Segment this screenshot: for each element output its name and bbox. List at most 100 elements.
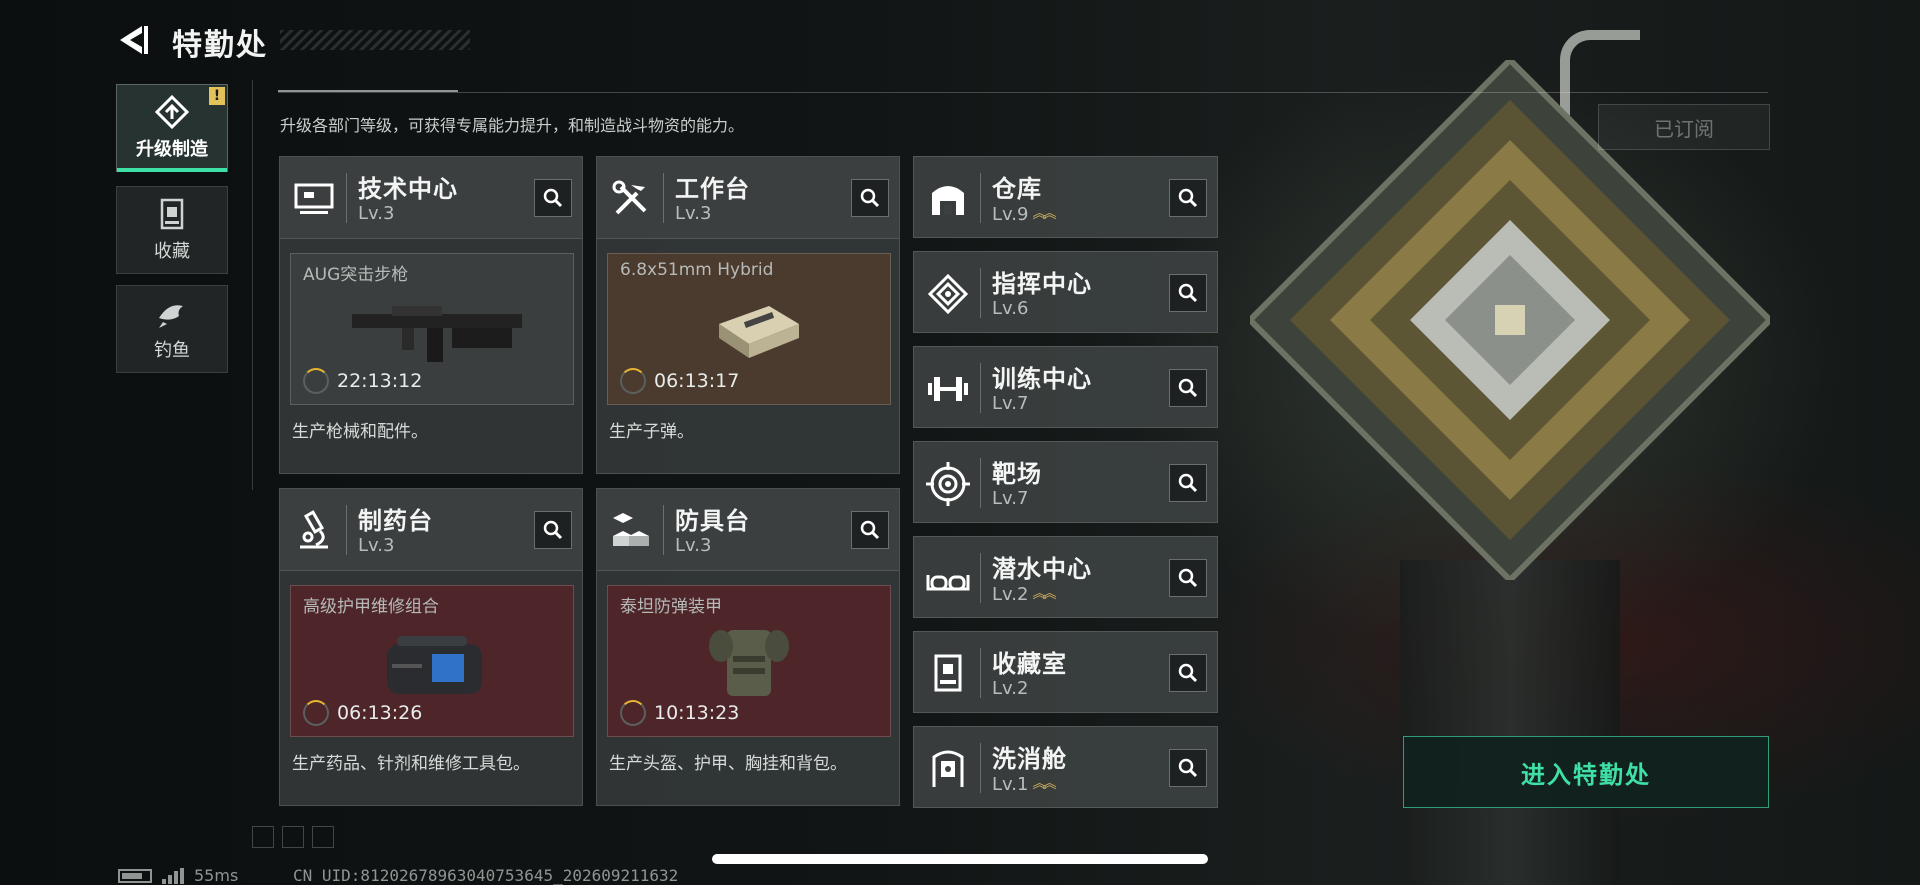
search-icon [1178, 378, 1198, 398]
separator [980, 268, 981, 318]
card-header: 技术中心 Lv.3 [280, 157, 582, 239]
department-name: 指挥中心 [992, 270, 1092, 298]
chip-icon [927, 273, 969, 315]
workshop-level: Lv.3 [358, 535, 395, 556]
enter-special-ops-button[interactable]: 进入特勤处 [1403, 736, 1769, 808]
wrench-timer-icon [303, 700, 329, 726]
tab-label: 钓鱼 [154, 340, 190, 361]
search-button[interactable] [534, 179, 572, 217]
workshop-card-armor[interactable]: 防具台 Lv.3 泰坦防弹装甲 10:13:23 生产头盔、护甲、胸挂和背包。 [596, 488, 900, 806]
footer-decorations [252, 826, 334, 848]
fish-icon [159, 305, 183, 328]
deco-square [282, 826, 304, 848]
workshop-name: 技术中心 [358, 175, 458, 203]
back-arrow-icon[interactable] [116, 22, 152, 58]
search-icon [1178, 758, 1198, 778]
search-button[interactable] [1169, 559, 1207, 597]
collection-icon [160, 198, 184, 230]
search-icon [860, 520, 880, 540]
separator [980, 553, 981, 603]
production-slot[interactable]: 6.8x51mm Hybrid 06:13:17 [607, 253, 891, 405]
separator [346, 505, 347, 555]
production-slot[interactable]: 高级护甲维修组合 06:13:26 [290, 585, 574, 737]
ammo-box-image [719, 306, 799, 358]
rifle-image [352, 306, 522, 362]
level-text: Lv.9 [992, 204, 1029, 225]
search-button[interactable] [1169, 749, 1207, 787]
wrench-timer-icon [620, 700, 646, 726]
status-bar: 55ms [118, 866, 238, 885]
microscope-icon [300, 510, 328, 549]
search-button[interactable] [851, 511, 889, 549]
department-row-command-center[interactable]: 指挥中心 Lv.6 [913, 251, 1218, 333]
warehouse-icon [932, 186, 964, 215]
repair-kit-image [387, 636, 482, 694]
computer-icon [294, 183, 334, 214]
search-icon [1178, 283, 1198, 303]
page-subtitle: 升级各部门等级，可获得专属能力提升，和制造战斗物资的能力。 [280, 116, 745, 135]
department-row-training-center[interactable]: 训练中心 Lv.7 [913, 346, 1218, 428]
workshop-level: Lv.3 [675, 203, 712, 224]
deco-square [312, 826, 334, 848]
search-button[interactable] [851, 179, 889, 217]
department-level: Lv.2 ︽︽ [992, 583, 1056, 605]
level-text: Lv.2 [992, 584, 1029, 605]
subscribe-button[interactable]: 已订阅 [1598, 104, 1770, 150]
tab-fishing[interactable]: 钓鱼 [116, 285, 228, 373]
wrench-timer-icon [303, 368, 329, 394]
workshop-card-tech-center[interactable]: 技术中心 Lv.3 AUG突击步枪 22:13:12 生产枪械和配件。 [279, 156, 583, 474]
product-name: AUG突击步枪 [303, 265, 409, 285]
production-slot[interactable]: 泰坦防弹装甲 10:13:23 [607, 585, 891, 737]
alert-badge: ! [209, 87, 225, 105]
workshop-card-workbench[interactable]: 工作台 Lv.3 6.8x51mm Hybrid 06:13:17 生产子弹。 [596, 156, 900, 474]
home-indicator[interactable] [712, 854, 1208, 864]
signal-icon [162, 867, 184, 884]
timer-value: 06:13:17 [654, 370, 740, 392]
tab-upgrade[interactable]: ! 升级制造 [116, 84, 228, 172]
production-timer: 06:13:26 [303, 700, 422, 726]
search-button[interactable] [1169, 464, 1207, 502]
card-header: 制药台 Lv.3 [280, 489, 582, 571]
workshop-description: 生产药品、针剂和维修工具包。 [292, 754, 530, 774]
search-icon [543, 520, 563, 540]
timer-value: 10:13:23 [654, 702, 740, 724]
search-button[interactable] [1169, 369, 1207, 407]
department-row-collection-room[interactable]: 收藏室 Lv.2 [913, 631, 1218, 713]
separator [663, 173, 664, 223]
separator [980, 458, 981, 508]
divider [278, 92, 1768, 93]
upgrade-icon [155, 95, 189, 129]
department-level: Lv.6 [992, 298, 1029, 319]
department-row-diving-center[interactable]: 潜水中心 Lv.2 ︽︽ [913, 536, 1218, 618]
divider-accent [278, 90, 458, 92]
search-button[interactable] [1169, 654, 1207, 692]
department-row-decontamination[interactable]: 洗消舱 Lv.1 ︽︽ [913, 726, 1218, 808]
separator [663, 505, 664, 555]
product-name: 6.8x51mm Hybrid [620, 260, 774, 280]
department-row-shooting-range[interactable]: 靶场 Lv.7 [913, 441, 1218, 523]
search-button[interactable] [534, 511, 572, 549]
search-button[interactable] [1169, 274, 1207, 312]
product-name: 高级护甲维修组合 [303, 597, 439, 617]
department-level: Lv.7 [992, 393, 1029, 414]
workshop-description: 生产子弹。 [609, 422, 694, 442]
title-decoration [280, 30, 470, 50]
tools-icon [612, 180, 647, 215]
search-button[interactable] [1169, 179, 1207, 217]
separator [346, 173, 347, 223]
tab-collection[interactable]: 收藏 [116, 186, 228, 274]
body-armor-image [709, 630, 789, 696]
production-timer: 06:13:17 [620, 368, 739, 394]
workshop-card-pharmacy[interactable]: 制药台 Lv.3 高级护甲维修组合 06:13:26 生产药品、针剂和维修工具包… [279, 488, 583, 806]
workshop-description: 生产头盔、护甲、胸挂和背包。 [609, 754, 847, 774]
decontamination-icon [932, 750, 964, 787]
search-icon [860, 188, 880, 208]
search-icon [1178, 663, 1198, 683]
collection-room-icon [934, 654, 962, 692]
production-timer: 22:13:12 [303, 368, 422, 394]
department-row-warehouse[interactable]: 仓库 Lv.9 ︽︽ [913, 156, 1218, 238]
workshop-description: 生产枪械和配件。 [292, 422, 428, 442]
pedestal [1400, 560, 1620, 885]
production-slot[interactable]: AUG突击步枪 22:13:12 [290, 253, 574, 405]
ping-value: 55ms [194, 866, 239, 885]
